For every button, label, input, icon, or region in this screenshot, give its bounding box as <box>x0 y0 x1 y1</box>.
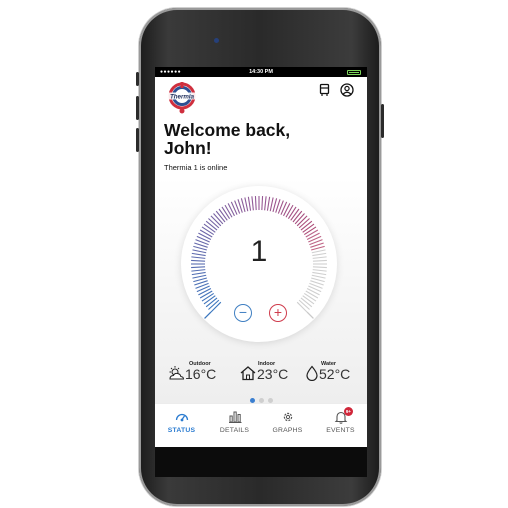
dial-tick <box>300 297 313 308</box>
dial-tick <box>302 223 315 233</box>
dial-tick <box>201 226 215 236</box>
battery-icon <box>347 69 361 75</box>
dial-tick <box>261 196 264 211</box>
dial-tick <box>208 299 220 310</box>
volume-down-button <box>136 128 139 152</box>
dial-tick <box>208 218 220 229</box>
volume-up-button <box>136 96 139 120</box>
logo-text: Thermia <box>170 93 195 100</box>
dial-tick <box>201 292 215 302</box>
dial-tick <box>296 215 308 227</box>
mute-switch <box>136 72 139 86</box>
dial-tick <box>210 215 222 227</box>
dial-tick <box>300 220 313 231</box>
status-bar: ●●●●●● 14:30 PM <box>155 67 367 77</box>
profile-icon[interactable] <box>340 83 354 97</box>
decrease-button[interactable]: − <box>234 304 252 322</box>
dial-tick <box>254 196 257 211</box>
dial-tick <box>218 208 228 221</box>
sun-cloud-icon <box>169 366 185 380</box>
tab-status[interactable]: STATUS <box>155 410 208 434</box>
dial-tick <box>199 290 213 299</box>
dial-tick <box>303 226 317 236</box>
tab-details[interactable]: DETAILS <box>208 410 261 434</box>
reading-outdoor[interactable]: Outdoor 16°C <box>167 359 231 385</box>
dial-tick <box>298 299 310 310</box>
dial-tick <box>269 197 274 212</box>
dial-tick <box>296 301 308 313</box>
dial-tick <box>285 204 294 218</box>
reading-indoor[interactable]: Indoor 23°C <box>239 359 303 385</box>
reading-water[interactable]: Water 52°C <box>305 359 365 385</box>
dial-tick <box>312 269 327 272</box>
dial-tick <box>292 210 303 223</box>
dial-tick <box>210 301 222 313</box>
tab-label: DETAILS <box>219 427 250 434</box>
dial-end-mark <box>204 311 212 319</box>
dial-tick <box>303 292 317 302</box>
dial-tick <box>311 274 326 279</box>
reading-value: 16°C <box>185 366 217 382</box>
dial-tick <box>213 213 224 225</box>
heat-pump-icon[interactable] <box>318 83 332 97</box>
welcome-line: Welcome back, <box>164 120 291 140</box>
page-title: Welcome back, John! <box>164 121 290 157</box>
readings-row: Outdoor 16°C Indoor 23°C Water 52°C <box>155 359 367 385</box>
gauge-icon <box>175 413 188 422</box>
dial-tick <box>205 220 218 231</box>
dial-tick <box>192 274 207 279</box>
dial-tick <box>264 196 267 211</box>
dial-tick <box>191 271 206 276</box>
dial-tick <box>224 204 233 218</box>
dial-tick <box>290 208 300 221</box>
app-screen: ●●●●●● 14:30 PM Thermia Welcome back, Jo… <box>155 67 367 447</box>
dial-tick <box>312 271 327 276</box>
house-icon <box>240 366 256 381</box>
dial-tick <box>215 210 226 223</box>
tab-graphs[interactable]: GRAPHS <box>261 410 314 434</box>
dial-tick <box>203 295 216 305</box>
dial-tick <box>302 295 315 305</box>
dial-tick <box>298 218 310 229</box>
user-name: John! <box>164 138 212 158</box>
tab-label: EVENTS <box>326 427 355 434</box>
dial-tick <box>266 196 271 211</box>
dial-tick <box>306 288 320 296</box>
dial-tick <box>203 223 216 233</box>
reading-value: 23°C <box>257 366 289 382</box>
dial-tick <box>205 297 218 308</box>
dial-end-mark <box>306 311 314 319</box>
droplet-icon <box>306 365 318 381</box>
dial-tick <box>227 203 235 217</box>
reading-value: 52°C <box>319 366 351 382</box>
status-time: 14:30 PM <box>249 69 273 75</box>
dial-tick <box>191 269 206 272</box>
dial-tick <box>221 206 231 220</box>
tab-label: GRAPHS <box>272 427 303 434</box>
dial-value: 1 <box>250 235 268 268</box>
power-button <box>381 104 384 138</box>
dial-tick <box>283 203 291 217</box>
tab-bar: STATUS DETAILS GRAPHS 9+ EVENTS <box>155 403 367 447</box>
dial-tick <box>198 288 212 296</box>
gear-icon <box>283 412 292 422</box>
thermia-logo[interactable]: Thermia <box>165 80 199 114</box>
bar-chart-icon <box>228 411 241 423</box>
events-badge: 9+ <box>344 407 353 416</box>
dial-tick <box>247 196 252 211</box>
dial-tick <box>251 196 254 211</box>
front-camera <box>214 38 219 43</box>
dial-tick <box>305 290 319 299</box>
dial-tick <box>244 197 249 212</box>
online-status: Thermia 1 is online <box>164 163 228 172</box>
phone-chin <box>155 447 367 477</box>
tab-events[interactable]: 9+ EVENTS <box>314 407 367 434</box>
tab-label: STATUS <box>167 427 196 434</box>
increase-button[interactable]: + <box>269 304 287 322</box>
dial-tick <box>287 206 297 220</box>
dial-tick <box>294 213 305 225</box>
